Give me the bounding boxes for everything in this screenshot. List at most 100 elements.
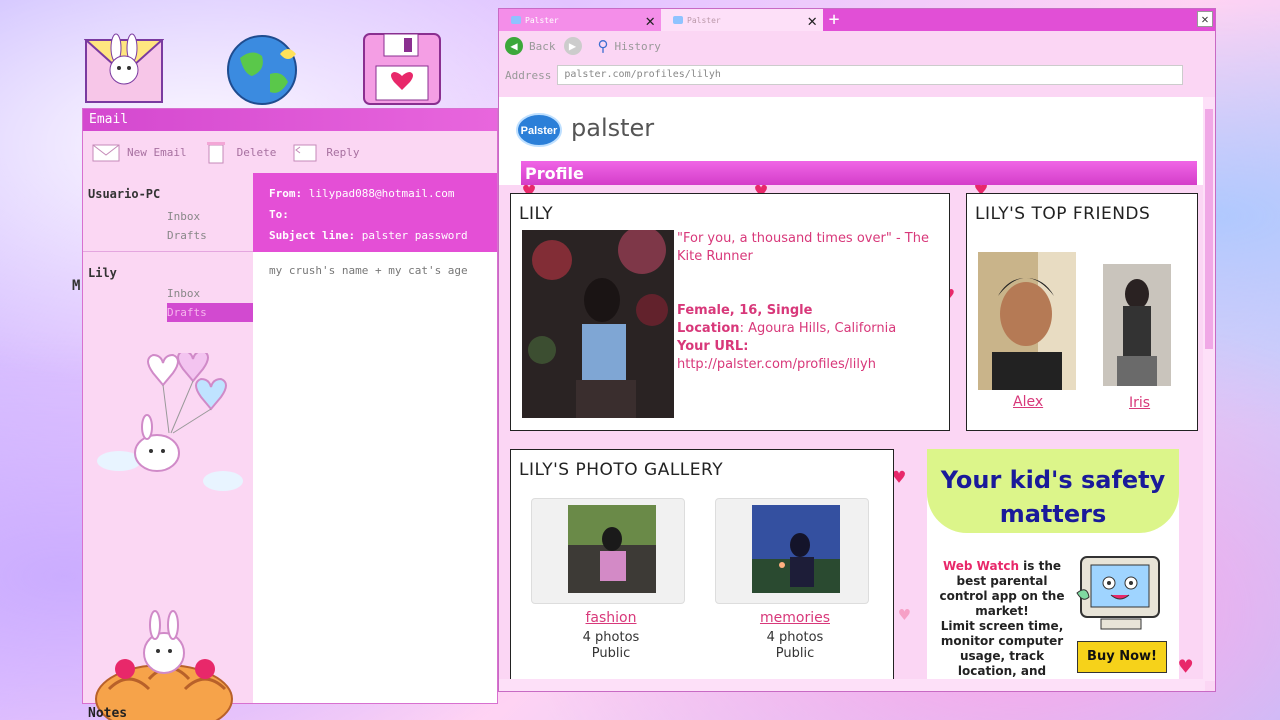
photo-gallery-card: LILY'S PHOTO GALLERY fashion 4 photos Pu…	[510, 449, 894, 687]
email-bunny-icon[interactable]	[83, 30, 165, 106]
tab-palster-2[interactable]: Palster ✕	[661, 9, 823, 31]
new-tab-button[interactable]: +	[823, 9, 845, 31]
floppy-disk-icon[interactable]	[362, 30, 442, 106]
history-button[interactable]: ⚲ History	[598, 37, 661, 55]
web-watch-ad[interactable]: Your kid's safety matters Web Watch is t…	[927, 449, 1179, 687]
album-name-memories[interactable]: memories	[715, 610, 875, 626]
friend-name-iris[interactable]: Iris	[1129, 395, 1150, 411]
url-label: Your URL:	[677, 339, 749, 354]
profile-card: LILY "For you, a thousand times over" - …	[510, 193, 950, 431]
friend-photo-alex[interactable]	[978, 252, 1076, 390]
profile-url[interactable]: http://palster.com/profiles/lilyh	[677, 356, 896, 374]
tab-favicon-icon	[511, 16, 521, 24]
from-label: From:	[269, 187, 303, 200]
scrollbar-thumb[interactable]	[1205, 109, 1213, 349]
address-bar[interactable]: palster.com/profiles/lilyh	[557, 65, 1184, 85]
account-name: Usuario-PC	[88, 187, 161, 201]
buy-now-button[interactable]: Buy Now!	[1077, 641, 1167, 673]
nav-bar: ◀ Back ▶ ⚲ History	[499, 31, 1215, 61]
message-body[interactable]: my crush's name + my cat's age	[253, 252, 497, 277]
delete-button[interactable]: Delete	[201, 137, 277, 167]
album-count: 4 photos	[582, 630, 640, 645]
site-header: Palster palster	[499, 97, 1205, 159]
delete-label: Delete	[236, 145, 277, 159]
web-page: Palster palster ♥ ♥ ♥ ♥ ♥ ♥ ♥ ♥ Profile …	[499, 97, 1205, 687]
album-cover-fashion	[568, 505, 656, 593]
album-fashion[interactable]	[531, 498, 685, 604]
trash-icon	[206, 142, 225, 164]
site-logo-text[interactable]: palster	[571, 114, 654, 142]
profile-photo[interactable]	[522, 230, 674, 418]
from-value[interactable]: lilypad088@hotmail.com	[309, 187, 455, 200]
bunny-croissant-icon	[95, 610, 233, 720]
window-close-button[interactable]: ✕	[1197, 11, 1213, 27]
to-label: To:	[269, 208, 289, 221]
email-window: Email New Email Delete Reply Usuario-PC …	[82, 108, 498, 720]
horizontal-scrollbar[interactable]	[499, 679, 1205, 691]
subject-label: Subject line:	[269, 229, 356, 242]
bunny-balloons-icon	[97, 353, 243, 491]
subject-value[interactable]: palster password	[362, 229, 468, 242]
profile-info: Female, 16, Single Location: Agoura Hill…	[677, 302, 896, 374]
back-arrow-icon: ◀	[505, 37, 523, 55]
album-cover-memories	[752, 505, 840, 593]
email-window-title: Email	[83, 109, 497, 131]
top-friends-card: LILY'S TOP FRIENDS Alex Iris	[966, 193, 1198, 431]
account-name: Lily	[88, 266, 117, 280]
palster-logo-icon[interactable]: Palster	[515, 108, 563, 148]
tab-favicon-icon	[673, 16, 683, 24]
notes-window-title[interactable]: Notes	[88, 706, 127, 720]
close-tab-icon[interactable]: ✕	[807, 11, 817, 30]
folder-drafts[interactable]: Drafts	[83, 226, 253, 245]
album-visibility: Public	[775, 646, 815, 661]
tab-palster-1[interactable]: Palster ✕	[499, 9, 661, 31]
vertical-scrollbar[interactable]	[1203, 97, 1215, 681]
ad-headline-1: Your kid's safety	[940, 466, 1166, 494]
profile-section-bar: Profile	[521, 161, 1197, 185]
globe-icon[interactable]	[222, 30, 302, 106]
album-name-fashion[interactable]: fashion	[531, 610, 691, 626]
account-list: Usuario-PC Inbox Drafts Lily Inbox Draft…	[83, 173, 253, 720]
forward-button[interactable]: ▶	[563, 37, 582, 55]
album-meta-fashion: 4 photos Public	[531, 630, 691, 662]
message-header: From: lilypad088@hotmail.com To: Subject…	[253, 173, 497, 252]
profile-name: LILY	[519, 204, 554, 224]
back-button[interactable]: ◀ Back	[505, 37, 556, 55]
address-label: Address	[505, 68, 552, 82]
back-label: Back	[529, 39, 556, 53]
reply-label: Reply	[326, 145, 360, 159]
close-tab-icon[interactable]: ✕	[645, 11, 655, 30]
friend-name-alex[interactable]: Alex	[1013, 394, 1043, 410]
address-row: Address palster.com/profiles/lilyh	[499, 61, 1215, 89]
message-pane: From: lilypad088@hotmail.com To: Subject…	[253, 173, 497, 703]
history-label: History	[614, 39, 661, 53]
album-meta-memories: 4 photos Public	[715, 630, 875, 662]
reply-button[interactable]: Reply	[290, 137, 359, 167]
folder-drafts-selected[interactable]: Drafts	[167, 303, 253, 322]
desktop-label: M	[72, 278, 81, 294]
ad-text-1: Web Watch is the best parental control a…	[937, 559, 1067, 619]
new-email-button[interactable]: New Email	[91, 137, 187, 167]
gallery-title: LILY'S PHOTO GALLERY	[519, 460, 724, 480]
reply-envelope-icon	[293, 144, 317, 162]
tab-label: Palster	[525, 15, 559, 25]
new-email-label: New Email	[127, 145, 187, 159]
profile-summary: Female, 16, Single	[677, 303, 813, 318]
magnifier-icon: ⚲	[597, 37, 609, 55]
album-visibility: Public	[591, 646, 631, 661]
tab-bar: Palster ✕ Palster ✕ +	[499, 9, 1215, 31]
location-label: Location	[677, 321, 740, 336]
ad-headline-area: Your kid's safety matters	[927, 449, 1179, 533]
folder-inbox[interactable]: Inbox	[83, 284, 253, 303]
folder-inbox[interactable]: Inbox	[83, 207, 253, 226]
ad-headline-2: matters	[999, 500, 1107, 528]
computer-mascot-icon	[1076, 556, 1160, 630]
album-memories[interactable]	[715, 498, 869, 604]
ad-brand: Web Watch	[942, 559, 1019, 573]
album-count: 4 photos	[766, 630, 824, 645]
friend-photo-iris[interactable]	[1103, 264, 1171, 386]
top-friends-title: LILY'S TOP FRIENDS	[975, 204, 1151, 224]
envelope-icon	[92, 144, 120, 162]
tab-label: Palster	[687, 15, 721, 25]
logo-badge-text: Palster	[521, 125, 558, 137]
